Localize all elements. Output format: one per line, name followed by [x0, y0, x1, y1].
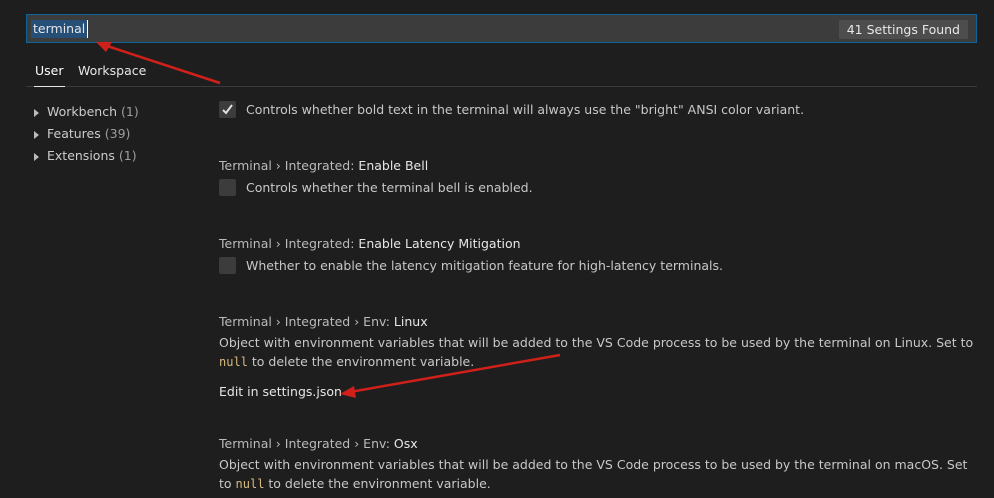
sidebar-item-count: (1)	[120, 104, 139, 119]
description-text: to delete the environment variable.	[264, 476, 491, 491]
enable-bell-checkbox[interactable]	[219, 179, 236, 196]
tab-workspace[interactable]: Workspace	[78, 63, 146, 78]
sidebar-item-workbench[interactable]: Workbench (1)	[34, 104, 214, 126]
settings-tabs: User Workspace	[26, 58, 977, 87]
settings-found-badge: 41 Settings Found	[838, 20, 968, 39]
setting-category: Terminal › Integrated:	[219, 236, 359, 251]
setting-name: Linux	[393, 314, 428, 329]
setting-name: Osx	[393, 436, 418, 451]
chevron-right-icon	[34, 108, 39, 117]
setting-title-enable-bell: Terminal › Integrated: Enable Bell	[219, 158, 428, 173]
sidebar-item-count: (39)	[104, 126, 131, 141]
latency-mitigation-checkbox[interactable]	[219, 257, 236, 274]
settings-search-box[interactable]: terminal 41 Settings Found	[26, 14, 977, 43]
edit-in-settings-json-link[interactable]: Edit in settings.json	[219, 384, 342, 399]
bright-bold-checkbox[interactable]	[219, 101, 236, 118]
enable-bell-description: Controls whether the terminal bell is en…	[246, 180, 533, 195]
setting-name: Enable Latency Mitigation	[358, 236, 521, 251]
setting-title-latency-mitigation: Terminal › Integrated: Enable Latency Mi…	[219, 236, 521, 251]
chevron-right-icon	[34, 152, 39, 161]
search-input[interactable]: terminal	[31, 20, 89, 38]
description-text: Object with environment variables that w…	[219, 335, 974, 350]
sidebar-item-label: Features	[47, 126, 101, 141]
env-linux-description: Object with environment variables that w…	[219, 333, 979, 372]
sidebar-item-label: Workbench	[47, 104, 117, 119]
null-code: null	[235, 477, 265, 491]
sidebar-item-extensions[interactable]: Extensions (1)	[34, 148, 214, 170]
sidebar-item-count: (1)	[118, 148, 137, 163]
setting-title-env-linux: Terminal › Integrated › Env: Linux	[219, 314, 428, 329]
chevron-right-icon	[34, 130, 39, 139]
sidebar-item-label: Extensions	[47, 148, 115, 163]
env-osx-description: Object with environment variables that w…	[219, 455, 979, 494]
setting-title-env-osx: Terminal › Integrated › Env: Osx	[219, 436, 418, 451]
latency-mitigation-description: Whether to enable the latency mitigation…	[246, 258, 723, 273]
setting-category: Terminal › Integrated:	[219, 158, 359, 173]
description-text: to delete the environment variable.	[247, 354, 475, 369]
setting-name: Enable Bell	[358, 158, 429, 173]
bright-bold-description: Controls whether bold text in the termin…	[246, 102, 805, 117]
settings-toc-sidebar: Workbench (1) Features (39) Extensions (…	[34, 104, 214, 170]
setting-category: Terminal › Integrated › Env:	[219, 436, 394, 451]
sidebar-item-features[interactable]: Features (39)	[34, 126, 214, 148]
check-icon	[222, 104, 233, 115]
setting-category: Terminal › Integrated › Env:	[219, 314, 394, 329]
tab-user[interactable]: User	[34, 63, 64, 87]
null-code: null	[219, 355, 248, 369]
